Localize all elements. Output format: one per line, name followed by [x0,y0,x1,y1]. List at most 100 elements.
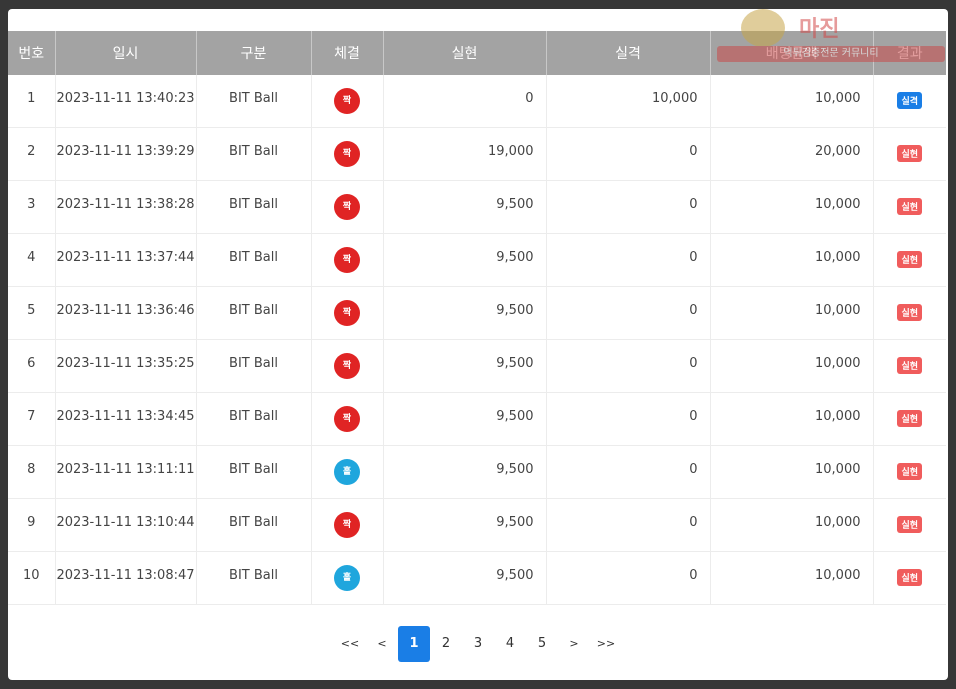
bet-history-panel: 번호 일시 구분 체결 실현 실격 배팅금액 결과 1 2023-11-11 13… [8,9,948,680]
page-next-button[interactable]: > [558,626,590,662]
cell-type-text: BIT Ball [229,568,278,583]
result-badge: 실격 [897,92,923,109]
cell-lost-text: 10,000 [652,91,698,106]
cell-realized: 9,500 [383,551,547,605]
cell-realized-text: 9,500 [496,250,534,265]
cell-realized: 9,500 [383,233,547,287]
cell-datetime-text: 2023-11-11 13:34:45 [56,409,195,424]
result-badge: 실현 [897,569,923,586]
cell-type-text: BIT Ball [229,250,278,265]
cell-lost: 0 [546,233,711,287]
cell-realized-text: 9,500 [496,409,534,424]
cell-realized-text: 0 [525,91,534,106]
cell-bet: 짝 [311,127,384,181]
table-row: 7 2023-11-11 13:34:45 BIT Ball 짝 9,500 0 10,00… [8,392,946,446]
cell-datetime: 2023-11-11 13:40:23 [55,75,197,128]
cell-result: 실현 [873,180,946,234]
cell-type: BIT Ball [196,75,312,128]
cell-amount-text: 10,000 [815,462,861,477]
cell-type-text: BIT Ball [229,409,278,424]
page-first-button[interactable]: << [334,626,366,662]
cell-type: BIT Ball [196,339,312,393]
table-row: 3 2023-11-11 13:38:28 BIT Ball 짝 9,500 0 10,00… [8,180,946,234]
cell-type-text: BIT Ball [229,144,278,159]
cell-no-text: 1 [27,91,36,106]
cell-datetime-text: 2023-11-11 13:10:44 [56,515,195,530]
cell-realized-text: 9,500 [496,462,534,477]
cell-no-text: 10 [22,568,40,583]
cell-amount-text: 10,000 [815,409,861,424]
table-row: 5 2023-11-11 13:36:46 BIT Ball 짝 9,500 0 10,00… [8,286,946,340]
cell-no-text: 9 [27,515,36,530]
cell-realized-text: 19,000 [488,144,534,159]
cell-amount-text: 10,000 [815,303,861,318]
cell-no: 4 [8,233,56,287]
cell-lost: 0 [546,339,711,393]
cell-type: BIT Ball [196,233,312,287]
cell-bet: 짝 [311,339,384,393]
page-4-button[interactable]: 4 [494,626,526,662]
cell-lost: 0 [546,445,711,499]
cell-datetime-text: 2023-11-11 13:36:46 [56,303,195,318]
cell-lost-text: 0 [689,515,698,530]
page-last-button[interactable]: >> [590,626,622,662]
cell-bet: 짝 [311,498,384,552]
cell-result: 실현 [873,286,946,340]
cell-lost-text: 0 [689,197,698,212]
cell-realized: 19,000 [383,127,547,181]
result-badge: 실현 [897,251,923,268]
table-row: 4 2023-11-11 13:37:44 BIT Ball 짝 9,500 0 10,00… [8,233,946,287]
cell-datetime-text: 2023-11-11 13:35:25 [56,356,195,371]
even-bet-badge: 짝 [334,194,360,220]
cell-datetime: 2023-11-11 13:34:45 [55,392,197,446]
cell-lost-text: 0 [689,356,698,371]
cell-amount: 10,000 [710,339,874,393]
header-no: 번호 [8,31,56,75]
even-bet-badge: 짝 [334,406,360,432]
cell-type: BIT Ball [196,551,312,605]
cell-datetime: 2023-11-11 13:35:25 [55,339,197,393]
cell-type-text: BIT Ball [229,515,278,530]
page-prev-button[interactable]: < [366,626,398,662]
cell-result: 실현 [873,392,946,446]
table-row: 6 2023-11-11 13:35:25 BIT Ball 짝 9,500 0 10,00… [8,339,946,393]
cell-type: BIT Ball [196,286,312,340]
even-bet-badge: 짝 [334,300,360,326]
table-row: 1 2023-11-11 13:40:23 BIT Ball 짝 0 10,000 10,0… [8,75,946,128]
cell-realized: 9,500 [383,445,547,499]
cell-realized: 9,500 [383,180,547,234]
cell-amount: 10,000 [710,392,874,446]
table-row: 9 2023-11-11 13:10:44 BIT Ball 짝 9,500 0 10,00… [8,498,946,552]
header-bet: 체결 [311,31,384,75]
cell-type: BIT Ball [196,498,312,552]
cell-no: 10 [8,551,56,605]
cell-result: 실현 [873,233,946,287]
cell-no-text: 3 [27,197,36,212]
even-bet-badge: 짝 [334,141,360,167]
cell-amount-text: 20,000 [815,144,861,159]
cell-no: 7 [8,392,56,446]
cell-datetime-text: 2023-11-11 13:08:47 [56,568,195,583]
page-5-button[interactable]: 5 [526,626,558,662]
even-bet-badge: 짝 [334,88,360,114]
cell-type: BIT Ball [196,180,312,234]
cell-result: 실격 [873,75,946,128]
even-bet-badge: 짝 [334,247,360,273]
cell-no: 3 [8,180,56,234]
cell-lost-text: 0 [689,250,698,265]
result-badge: 실현 [897,198,923,215]
page-2-button[interactable]: 2 [430,626,462,662]
cell-bet: 짝 [311,75,384,128]
cell-no: 2 [8,127,56,181]
cell-no: 6 [8,339,56,393]
cell-result: 실현 [873,339,946,393]
cell-datetime-text: 2023-11-11 13:11:11 [56,462,195,477]
cell-type-text: BIT Ball [229,462,278,477]
page-3-button[interactable]: 3 [462,626,494,662]
result-badge: 실현 [897,304,923,321]
even-bet-badge: 짝 [334,512,360,538]
page-1-button[interactable]: 1 [398,626,430,662]
cell-datetime: 2023-11-11 13:39:29 [55,127,197,181]
cell-lost: 0 [546,127,711,181]
cell-bet: 짝 [311,286,384,340]
